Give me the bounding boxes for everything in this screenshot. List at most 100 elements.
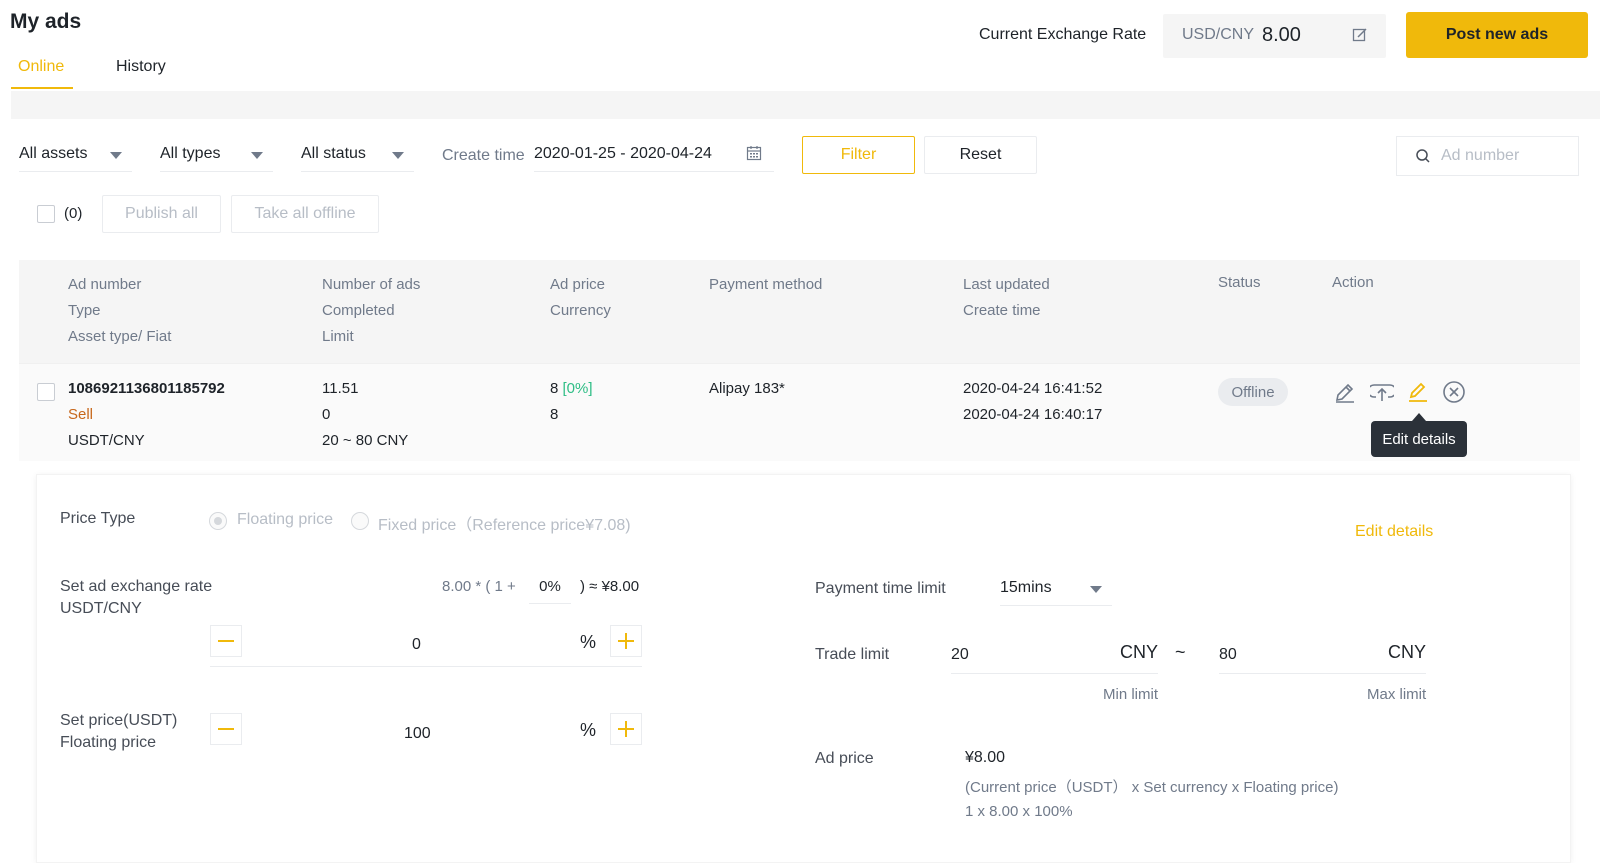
minus-icon [218,728,234,730]
ad-price-label: Ad price [815,750,874,767]
min-limit-value: 20 [951,646,969,663]
types-select[interactable]: All types [160,136,273,172]
max-limit-value: 80 [1219,646,1237,663]
row-number-of-ads: 11.51 [322,380,359,397]
row-create-time: 2020-04-24 16:40:17 [963,406,1103,423]
price-type-label: Price Type [60,510,136,527]
create-time-value: 2020-01-25 - 2020-04-24 [534,144,712,162]
status-badge: Offline [1218,378,1288,406]
chevron-down-icon [1090,586,1102,593]
row-col-ad: 1086921136801185792 Sell USDT/CNY [68,376,225,454]
edit-details-link[interactable]: Edit details [1355,523,1433,541]
assets-select-value: All assets [19,144,88,162]
publish-upload-icon[interactable] [1370,380,1394,404]
filter-button[interactable]: Filter [802,136,915,174]
tab-history[interactable]: History [116,58,166,76]
row-payment-method: Alipay 183* [709,380,785,397]
chevron-down-icon [251,152,263,159]
fixed-price-option: Fixed price（Reference price¥7.08) [378,517,631,534]
edit-details-pencil-icon[interactable] [1406,380,1430,404]
set-rate-pair: USDT/CNY [60,600,142,617]
row-ad-number: 1086921136801185792 [68,380,225,397]
select-all-checkbox[interactable] [37,205,55,223]
rate-increment-button[interactable] [610,625,642,657]
create-time-label: Create time [442,147,525,164]
row-ad-price: 8 [550,380,559,397]
max-limit-input[interactable]: 80 CNY [1219,634,1426,674]
edit-rate-icon[interactable] [1352,27,1368,43]
min-limit-caption: Min limit [1103,686,1158,703]
edit-price-icon[interactable] [1333,380,1357,404]
row-limit: 20 ~ 80 CNY [322,432,409,449]
publish-all-button[interactable]: Publish all [102,195,221,233]
header-last-updated: Last updated [963,276,1050,293]
price-decrement-button[interactable] [210,713,242,745]
set-rate-label: Set ad exchange rate [60,578,213,595]
range-tilde: ~ [1175,642,1186,662]
row-checkbox[interactable] [37,383,55,401]
create-time-range-input[interactable]: 2020-01-25 - 2020-04-24 [534,136,774,172]
delete-close-icon[interactable] [1442,380,1466,404]
chevron-down-icon [392,152,404,159]
ad-price-value: ¥8.00 [965,749,1006,766]
row-asset-fiat: USDT/CNY [68,432,145,449]
exchange-rate-label: Current Exchange Rate [979,26,1147,43]
row-col-amount: 11.51 0 20 ~ 80 CNY [322,376,408,454]
header-asset-fiat: Asset type/ Fiat [68,328,172,345]
reset-button[interactable]: Reset [924,136,1037,174]
header-ad-number: Ad number [68,276,142,293]
header-limit: Limit [322,328,354,345]
header-action: Action [1332,274,1374,291]
fixed-price-radio[interactable] [351,512,369,530]
status-select[interactable]: All status [301,136,414,172]
floating-price-label: Floating price [60,734,157,751]
min-limit-input[interactable]: 20 CNY [951,634,1158,674]
chevron-down-icon [110,152,122,159]
max-limit-currency: CNY [1387,642,1426,662]
rate-stepper-value[interactable]: 0 [412,636,421,654]
price-stepper-value[interactable]: 100 [404,725,431,743]
search-placeholder: Ad number [1441,147,1520,164]
max-limit-caption: Max limit [1367,686,1427,703]
assets-select[interactable]: All assets [19,136,132,172]
header-col-amount: Number of ads Completed Limit [322,272,420,350]
row-completed: 0 [322,406,331,423]
ad-price-formula: (Current price（USDT） x Set currency x Fl… [965,779,1339,796]
ad-number-search-input[interactable]: Ad number [1396,136,1579,176]
payment-time-select[interactable]: 15mins [1000,570,1112,606]
header-col-time: Last updated Create time [963,272,1050,324]
set-price-label: Set price(USDT) [60,712,178,729]
row-currency: 8 [550,406,559,423]
row-type: Sell [68,406,94,423]
rate-stepper-pct: % [580,632,597,652]
header-completed: Completed [322,302,395,319]
rate-pct-value: 0% [539,578,561,595]
header-status: Status [1218,274,1261,291]
header-number-of-ads: Number of ads [322,276,421,293]
header-divider [11,91,1600,119]
tab-online[interactable]: Online [18,58,64,76]
floating-price-radio[interactable] [209,512,227,530]
header-payment-method: Payment method [709,276,823,293]
selected-count: (0) [64,205,83,222]
header-create-time: Create time [963,302,1041,319]
row-col-price: 8 [0%] 8 [550,376,593,428]
trade-limit-label: Trade limit [815,646,890,663]
header-ad-price: Ad price [550,276,606,293]
status-select-value: All status [301,144,366,162]
rate-pct-input[interactable]: 0% [529,570,571,604]
post-new-ads-button[interactable]: Post new ads [1406,12,1588,58]
min-limit-currency: CNY [1119,642,1158,662]
rate-decrement-button[interactable] [210,625,242,657]
active-tab-indicator [11,87,73,89]
table-row [19,363,1580,461]
price-stepper-pct: % [580,720,597,740]
price-increment-button[interactable] [610,713,642,745]
page-title: My ads [10,10,82,33]
header-col-price: Ad price Currency [550,272,611,324]
rate-formula-prefix: 8.00 * ( 1 + [442,578,516,595]
row-last-updated: 2020-04-24 16:41:52 [963,380,1103,397]
ad-price-calc: 1 x 8.00 x 100% [965,803,1073,820]
rate-formula-suffix: ) ≈ ¥8.00 [580,578,640,595]
take-all-offline-button[interactable]: Take all offline [231,195,379,233]
